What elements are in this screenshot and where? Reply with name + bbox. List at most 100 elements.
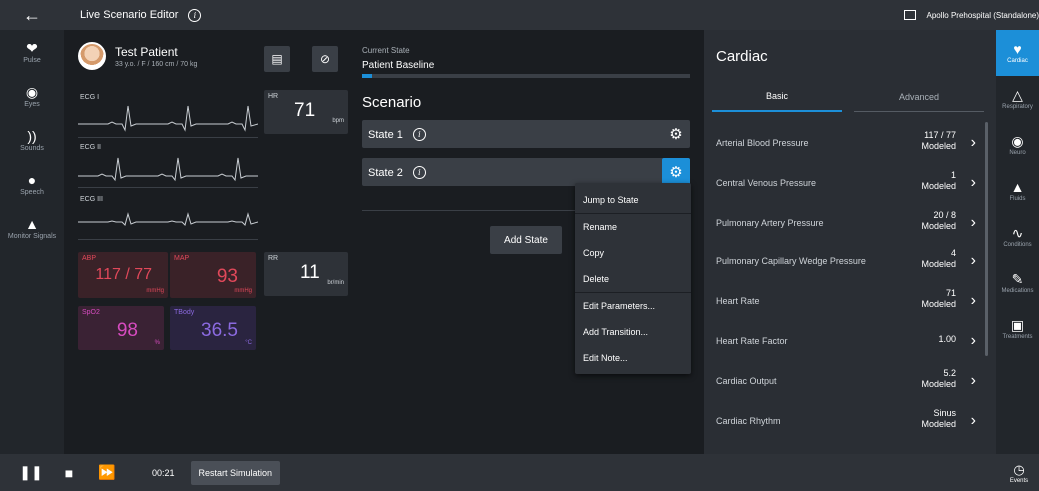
chevron-right-icon: › — [970, 412, 976, 429]
param-number: 5.2 — [943, 368, 956, 378]
rr-display[interactable]: RR 11 br/min — [264, 252, 348, 296]
scenario-title: Scenario — [362, 94, 422, 111]
info-icon[interactable]: i — [412, 166, 426, 179]
chevron-right-icon: › — [970, 332, 976, 349]
state-row[interactable]: State 1 i ⚙ — [362, 120, 690, 148]
abp-label: ABP — [82, 255, 97, 262]
rnav-item-respiratory[interactable]: △ Respiratory — [996, 76, 1039, 122]
ecg-waveform — [78, 105, 258, 132]
map-value: 93 — [216, 266, 238, 287]
gear-icon[interactable]: ⚙ — [662, 120, 690, 148]
progress-fill — [362, 74, 372, 78]
param-row[interactable]: Pulmonary Capillary Wedge Pressure 4 Mode… — [716, 242, 988, 280]
menu-item-add-transition[interactable]: Add Transition... — [575, 319, 691, 345]
menu-item-delete[interactable]: Delete — [575, 266, 691, 292]
menu-item-edit-note[interactable]: Edit Note... — [575, 345, 691, 371]
current-state-value: Patient Baseline — [362, 60, 435, 71]
param-row[interactable]: Arterial Blood Pressure 117 / 77 Modeled … — [716, 124, 988, 162]
param-label: Cardiac Output — [716, 376, 777, 386]
param-number: Sinus — [933, 408, 956, 418]
chevron-right-icon: › — [970, 174, 976, 191]
rnav-item-medications[interactable]: ✎ Medications — [996, 260, 1039, 306]
state-label: State 2 i — [368, 166, 426, 179]
nav-item-eyes[interactable]: ◉ Eyes — [0, 74, 64, 118]
events-label: Events — [1009, 478, 1029, 484]
nav-item-monitor-signals[interactable]: ▲ Monitor Signals — [0, 206, 64, 250]
nav-item-pulse[interactable]: ❤ Pulse — [0, 30, 64, 74]
pause-icon[interactable]: ❚❚ — [12, 454, 50, 491]
rnav-item-fluids[interactable]: ▲ Fluids — [996, 168, 1039, 214]
param-row[interactable]: Heart Rate 71 Modeled › — [716, 282, 988, 320]
rnav-label: Cardiac — [1007, 58, 1028, 64]
rnav-item-treatments[interactable]: ▣ Treatments — [996, 306, 1039, 352]
param-row[interactable]: Cardiac Rhythm Sinus Modeled › — [716, 402, 988, 440]
nav-label: Speech — [20, 188, 44, 196]
param-number: 4 — [950, 248, 956, 258]
stop-icon[interactable]: ■ — [50, 454, 88, 491]
param-value: 20 / 8 Modeled — [921, 210, 956, 232]
param-number: 1.00 — [938, 334, 956, 344]
state-row[interactable]: State 2 i ⚙ — [362, 158, 690, 186]
param-scrollbar[interactable] — [985, 122, 988, 356]
menu-item-edit-parameters[interactable]: Edit Parameters... — [575, 293, 691, 319]
brain-icon: ◉ — [1011, 133, 1024, 149]
add-state-button[interactable]: Add State — [490, 226, 562, 254]
nav-label: Pulse — [23, 56, 41, 64]
nav-label: Eyes — [24, 100, 40, 108]
tab-advanced[interactable]: Advanced — [854, 82, 984, 112]
scenario-name-label: Apollo Prehospital (Standalone) — [926, 10, 1039, 20]
info-icon[interactable]: i — [188, 8, 202, 22]
hr-label: HR — [268, 93, 279, 100]
menu-item-rename[interactable]: Rename — [575, 214, 691, 240]
menu-item-copy[interactable]: Copy — [575, 240, 691, 266]
rnav-item-cardiac[interactable]: ♥ Cardiac — [996, 30, 1039, 76]
clock-icon: ◷ — [1013, 462, 1025, 477]
map-label: MAP — [174, 255, 190, 262]
hr-value: 71 — [294, 100, 316, 121]
panel-title: Cardiac — [716, 48, 768, 65]
state-label: State 1 i — [368, 128, 426, 141]
tbody-display[interactable]: TBody 36.5 °C — [170, 306, 256, 350]
sound-icon: )) — [27, 127, 37, 144]
rr-unit: br/min — [327, 280, 344, 286]
rnav-label: Treatments — [1002, 334, 1033, 340]
abp-display[interactable]: ABP 117 / 77 mmHg — [78, 252, 168, 298]
param-row[interactable]: Central Venous Pressure 1 Modeled › — [716, 164, 988, 202]
param-mode: Modeled — [921, 259, 956, 269]
param-row[interactable]: Pulmonary Artery Pressure 20 / 8 Modeled … — [716, 204, 988, 242]
param-row[interactable]: Cardiac Output 5.2 Modeled › — [716, 362, 988, 400]
elapsed-time: 00:21 — [152, 467, 175, 478]
menu-item-jump-to-state[interactable]: Jump to State — [575, 187, 691, 213]
spo2-label: SpO2 — [82, 309, 100, 316]
param-mode: Modeled — [921, 379, 956, 389]
param-row[interactable]: Heart Rate Factor 1.00 › — [716, 322, 988, 360]
param-label: Arterial Blood Pressure — [716, 138, 809, 148]
info-icon[interactable]: i — [412, 128, 426, 141]
param-label: Heart Rate Factor — [716, 336, 788, 346]
rnav-item-conditions[interactable]: ∿ Conditions — [996, 214, 1039, 260]
layout-icon[interactable]: ▤ — [264, 46, 290, 72]
current-state-label: Current State — [362, 46, 410, 55]
fast-forward-icon[interactable]: ⏩ — [88, 454, 126, 491]
tbody-label: TBody — [174, 309, 195, 316]
chevron-right-icon: › — [970, 252, 976, 269]
back-arrow-icon[interactable]: ← — [0, 0, 64, 30]
events-button[interactable]: ◷ Events — [1001, 456, 1037, 490]
chevron-right-icon: › — [970, 372, 976, 389]
map-display[interactable]: MAP 93 mmHg — [170, 252, 256, 298]
monitor-icon[interactable] — [904, 10, 917, 20]
rnav-item-neuro[interactable]: ◉ Neuro — [996, 122, 1039, 168]
param-number: 71 — [945, 288, 956, 298]
chevron-right-icon: › — [970, 214, 976, 231]
spo2-display[interactable]: SpO2 98 % — [78, 306, 164, 350]
nav-item-speech[interactable]: ● Speech — [0, 162, 64, 206]
gear-icon[interactable]: ⚙ — [662, 158, 690, 186]
param-mode: Modeled — [921, 141, 956, 151]
mute-alarm-icon[interactable]: ⊘ — [312, 46, 338, 72]
nav-item-sounds[interactable]: )) Sounds — [0, 118, 64, 162]
rnav-label: Conditions — [1003, 242, 1032, 248]
tab-basic[interactable]: Basic — [712, 82, 842, 112]
hr-display[interactable]: HR 71 bpm — [264, 90, 348, 134]
patient-name: Test Patient — [115, 44, 178, 59]
restart-simulation-button[interactable]: Restart Simulation — [190, 460, 281, 485]
